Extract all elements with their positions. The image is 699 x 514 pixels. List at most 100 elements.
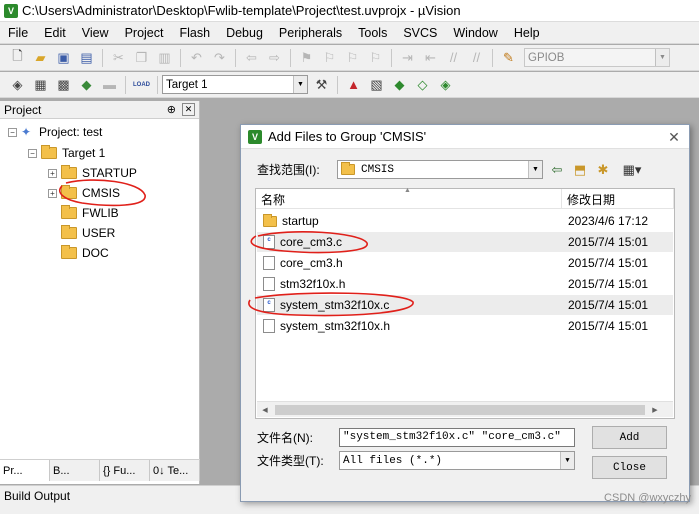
configure-icon[interactable]: ✎ — [499, 48, 518, 67]
tab-books[interactable]: B... — [50, 460, 100, 481]
add-button[interactable]: Add — [592, 426, 667, 449]
folder-icon — [61, 205, 77, 219]
rebuild-icon[interactable]: ▩ — [54, 75, 73, 94]
file-row-core-cm3-c[interactable]: c core_cm3.c 2015/7/4 15:01 — [257, 232, 673, 252]
csdn-watermark: CSDN @wxyczhy — [604, 492, 691, 504]
pack-installer-icon[interactable]: ◇ — [413, 75, 432, 94]
scroll-right-icon[interactable]: ▶ — [647, 402, 663, 417]
file-row-core-cm3-h[interactable]: core_cm3.h 2015/7/4 15:01 — [257, 253, 673, 273]
tree-group-startup[interactable]: + STARTUP — [48, 163, 137, 183]
cut-icon[interactable]: ✂ — [109, 48, 128, 67]
uvision-app-icon: V — [248, 129, 262, 144]
file-row-stm32f10x-h[interactable]: stm32f10x.h 2015/7/4 15:01 — [257, 274, 673, 294]
nav-forward-icon[interactable]: ⇨ — [265, 48, 284, 67]
indent-icon[interactable]: ⇥ — [398, 48, 417, 67]
filename-input[interactable]: "system_stm32f10x.c" "core_cm3.c" — [339, 428, 575, 447]
menu-edit[interactable]: Edit — [36, 26, 74, 40]
back-arrow-icon[interactable]: ⇦ — [548, 161, 566, 179]
tree-project-root[interactable]: − ✦ Project: test — [8, 122, 102, 142]
tree-target[interactable]: − Target 1 — [28, 143, 105, 163]
folder-icon — [341, 162, 355, 175]
copy-icon[interactable]: ❐ — [132, 48, 151, 67]
paste-icon[interactable]: ▥ — [155, 48, 174, 67]
new-file-icon[interactable]: 🗋 — [8, 48, 27, 67]
tree-group-user[interactable]: USER — [61, 223, 115, 243]
filetype-select[interactable]: All files (*.*) ▼ — [339, 451, 575, 470]
close-icon[interactable]: ✕ — [182, 103, 195, 116]
filename-label: 文件名(N): — [257, 431, 313, 445]
tab-project[interactable]: Pr... — [0, 460, 50, 481]
build-toolbar: ◈ ▦ ▩ ◆ ▬ LOAD Target 1 ▼ ⚒ ▲ ▧ ◆ ◇ ◈ — [0, 72, 699, 98]
horizontal-scrollbar[interactable]: ◀ ▶ — [257, 401, 673, 417]
bookmark-clear-icon[interactable]: ⚐ — [366, 48, 385, 67]
tab-functions[interactable]: {} Fu... — [100, 460, 150, 481]
menu-flash[interactable]: Flash — [171, 26, 218, 40]
bookmark-toggle-icon[interactable]: ⚑ — [297, 48, 316, 67]
build-icon[interactable]: ▦ — [31, 75, 50, 94]
menu-svcs[interactable]: SVCS — [395, 26, 445, 40]
menu-debug[interactable]: Debug — [218, 26, 271, 40]
open-file-icon[interactable]: ▰ — [31, 48, 50, 67]
load-download-icon[interactable]: LOAD — [132, 75, 151, 94]
look-in-select[interactable]: CMSIS ▼ — [337, 160, 543, 179]
filetype-row: 文件类型(T): All files (*.*) ▼ — [257, 451, 575, 470]
undo-icon[interactable]: ↶ — [187, 48, 206, 67]
menu-view[interactable]: View — [74, 26, 117, 40]
save-icon[interactable]: ▣ — [54, 48, 73, 67]
menu-help[interactable]: Help — [506, 26, 548, 40]
target-options-icon[interactable]: ⚒ — [312, 75, 331, 94]
tab-templates[interactable]: 0↓ Te... — [150, 460, 200, 481]
c-file-icon: c — [263, 235, 275, 249]
scrollbar-thumb[interactable] — [275, 404, 645, 415]
file-list-header: ▲ 名称 修改日期 — [256, 187, 674, 209]
select-packs-icon[interactable]: ▧ — [367, 75, 386, 94]
menu-window[interactable]: Window — [445, 26, 505, 40]
tree-group-fwlib[interactable]: FWLIB — [61, 203, 119, 223]
toolbar-separator — [235, 48, 236, 67]
column-header-date[interactable]: 修改日期 — [562, 189, 674, 209]
batch-build-icon[interactable]: ◆ — [77, 75, 96, 94]
view-menu-icon[interactable]: ▦▾ — [617, 161, 647, 179]
toolbar-separator — [157, 75, 158, 94]
expand-icon[interactable]: + — [48, 168, 57, 178]
file-row-startup[interactable]: startup 2023/4/6 17:12 — [257, 211, 673, 231]
target-select[interactable]: Target 1 ▼ — [162, 75, 308, 94]
project-icon: ✦ — [21, 125, 32, 139]
manage-rte-icon[interactable]: ◆ — [390, 75, 409, 94]
file-row-system-stm32f10x-h[interactable]: system_stm32f10x.h 2015/7/4 15:01 — [257, 316, 673, 336]
expand-icon[interactable]: + — [48, 188, 57, 198]
new-folder-icon[interactable]: ✱ — [594, 161, 612, 179]
stop-build-icon[interactable]: ▬ — [100, 75, 119, 94]
bookmark-next-icon[interactable]: ⚐ — [343, 48, 362, 67]
unindent-icon[interactable]: ⇤ — [421, 48, 440, 67]
tree-group-cmsis[interactable]: + CMSIS — [48, 183, 120, 203]
translate-icon[interactable]: ◈ — [8, 75, 27, 94]
collapse-icon[interactable]: − — [8, 127, 17, 137]
comment-icon[interactable]: // — [444, 48, 463, 67]
pin-icon[interactable]: ⊕ — [167, 103, 176, 116]
menu-tools[interactable]: Tools — [350, 26, 395, 40]
project-panel-title: Project — [4, 102, 42, 117]
bookmark-prev-icon[interactable]: ⚐ — [320, 48, 339, 67]
menu-project[interactable]: Project — [117, 26, 172, 40]
up-folder-icon[interactable]: ⬒ — [571, 161, 589, 179]
scroll-left-icon[interactable]: ◀ — [257, 402, 273, 417]
close-button[interactable]: Close — [592, 456, 667, 479]
tree-group-doc[interactable]: DOC — [61, 243, 109, 263]
peripheral-select[interactable]: GPIOB ▼ — [524, 48, 670, 67]
collapse-icon[interactable]: − — [28, 148, 37, 158]
menu-peripherals[interactable]: Peripherals — [271, 26, 350, 40]
dialog-title: Add Files to Group 'CMSIS' — [268, 129, 427, 144]
manage-components-icon[interactable]: ◈ — [436, 75, 455, 94]
dialog-title-bar: V Add Files to Group 'CMSIS' ✕ — [241, 125, 689, 149]
nav-back-icon[interactable]: ⇦ — [242, 48, 261, 67]
column-header-name[interactable]: ▲ 名称 — [256, 187, 562, 209]
uncomment-icon[interactable]: // — [467, 48, 486, 67]
toolbar-separator — [180, 48, 181, 67]
menu-file[interactable]: File — [0, 26, 36, 40]
save-all-icon[interactable]: ▤ — [77, 48, 96, 67]
manage-project-items-icon[interactable]: ▲ — [344, 75, 363, 94]
close-icon[interactable]: ✕ — [665, 128, 683, 146]
file-row-system-stm32f10x-c[interactable]: c system_stm32f10x.c 2015/7/4 15:01 — [257, 295, 673, 315]
redo-icon[interactable]: ↷ — [210, 48, 229, 67]
